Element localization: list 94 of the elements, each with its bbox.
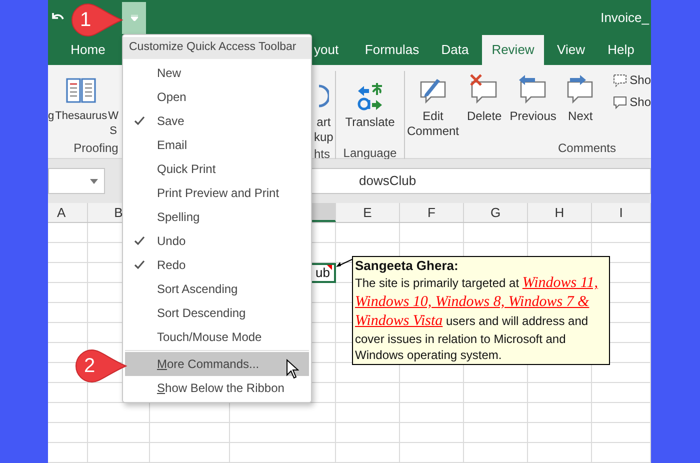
menu-title: Customize Quick Access Toolbar — [123, 37, 311, 59]
comment-icon — [612, 94, 628, 110]
grid-cell[interactable] — [400, 223, 464, 243]
grid-cell[interactable] — [464, 223, 528, 243]
ribbon-tab[interactable]: Home — [68, 35, 108, 65]
ribbon-button[interactable]: Next — [562, 71, 598, 124]
grid-cell[interactable] — [400, 383, 464, 403]
grid-cell[interactable] — [230, 423, 336, 443]
column-header[interactable]: H — [528, 203, 592, 222]
group-label: hts — [313, 146, 332, 163]
grid-cell[interactable] — [528, 423, 592, 443]
group-label: Comments — [557, 140, 618, 157]
grid-cell[interactable] — [48, 243, 88, 263]
column-header[interactable]: I — [592, 203, 651, 222]
ribbon-button[interactable]: Sho — [612, 71, 651, 89]
menu-item[interactable]: Sort Descending — [125, 301, 309, 325]
grid-cell[interactable] — [336, 443, 400, 463]
check-icon — [134, 236, 145, 246]
grid-cell[interactable] — [528, 403, 592, 423]
grid-cell[interactable] — [592, 403, 651, 423]
ribbon-tab[interactable]: Data — [432, 35, 478, 65]
grid-cell[interactable] — [48, 383, 88, 403]
ribbon-button[interactable]: Sho — [612, 93, 651, 111]
grid-cell[interactable] — [528, 223, 592, 243]
group-label: Proofing — [72, 140, 120, 157]
column-header[interactable]: F — [400, 203, 464, 222]
check-icon — [134, 116, 145, 126]
grid-cell[interactable] — [48, 443, 88, 463]
ribbon-button[interactable]: Thesaurus — [55, 71, 108, 124]
menu-item[interactable]: Save — [125, 109, 309, 133]
grid-cell[interactable] — [48, 403, 88, 423]
ribbon-tab[interactable]: Review — [482, 35, 544, 65]
ribbon-tab[interactable]: View — [548, 35, 594, 65]
grid-cell[interactable] — [336, 383, 400, 403]
grid-cell[interactable] — [464, 443, 528, 463]
column-header[interactable]: A — [48, 203, 88, 222]
caret-icon — [90, 178, 98, 184]
menu-item[interactable]: Show Below the Ribbon — [125, 376, 309, 400]
ribbon-button[interactable]: Delete — [465, 71, 504, 124]
grid-cell[interactable] — [48, 423, 88, 443]
grid-cell[interactable] — [150, 423, 230, 443]
menu-item[interactable]: Redo — [125, 253, 309, 277]
ribbon-tab[interactable]: Help — [598, 35, 644, 65]
column-header[interactable]: G — [464, 203, 528, 222]
grid-cell[interactable] — [400, 403, 464, 423]
ribbon-button[interactable]: Edit Comment — [405, 71, 462, 139]
menu-item[interactable]: More Commands... — [125, 352, 309, 376]
grid-cell[interactable] — [150, 443, 230, 463]
menu-item[interactable]: Undo — [125, 229, 309, 253]
menu-item[interactable]: New — [125, 61, 309, 85]
name-box[interactable] — [48, 168, 105, 194]
ribbon-button[interactable]: Previous — [508, 71, 558, 124]
ribbon-tab[interactable]: Formulas — [360, 35, 424, 65]
menu-item[interactable]: Touch/Mouse Mode — [125, 325, 309, 349]
comment-text: The site is primarily targeted at Windows 11, Windows 10, Windows 8, Windows 7 & Windows Vista users and will address and cover issues in relation to Microsoft and Windows operating system. — [355, 274, 599, 363]
menu-item[interactable]: Email — [125, 133, 309, 157]
grid-cell[interactable] — [48, 223, 88, 243]
column-header[interactable]: E — [336, 203, 400, 222]
grid-cell[interactable] — [528, 443, 592, 463]
grid-cell[interactable] — [48, 263, 88, 283]
grid-cell[interactable] — [464, 423, 528, 443]
ribbon-button[interactable]: W S — [108, 71, 118, 139]
grid-cell[interactable] — [48, 283, 88, 303]
dropdown-icon — [130, 15, 138, 21]
menu-item[interactable]: Sort Ascending — [125, 277, 309, 301]
grid-cell[interactable] — [592, 383, 651, 403]
grid-cell[interactable] — [336, 223, 400, 243]
ribbon-button[interactable]: g — [48, 71, 54, 124]
grid-cell[interactable] — [592, 223, 651, 243]
grid-cell[interactable] — [592, 423, 651, 443]
grid-cell[interactable] — [48, 303, 88, 323]
grid-cell[interactable] — [88, 443, 150, 463]
ribbon-tab[interactable]: yout — [314, 35, 344, 65]
customize-toolbar-button[interactable] — [122, 2, 146, 34]
grid-cell[interactable] — [230, 443, 336, 463]
grid-cell[interactable] — [400, 443, 464, 463]
grid-cell[interactable] — [592, 443, 651, 463]
ribbon-button[interactable]: Translate — [345, 77, 395, 130]
comment-author: Sangeeta Ghera: — [355, 258, 460, 274]
grid-cell[interactable] — [336, 423, 400, 443]
window-title: Invoice_ — [600, 8, 649, 27]
comment-icon — [612, 72, 628, 88]
grid-cell[interactable] — [400, 423, 464, 443]
check-icon — [134, 260, 145, 270]
group-label: Language — [342, 145, 398, 162]
grid-cell[interactable] — [48, 323, 88, 343]
ribbon-button[interactable]: art kup — [314, 77, 334, 145]
grid-cell[interactable] — [336, 403, 400, 423]
menu-item[interactable]: Open — [125, 85, 309, 109]
mouse-pointer-icon — [286, 359, 299, 379]
grid-cell[interactable] — [528, 383, 592, 403]
grid-cell[interactable] — [464, 403, 528, 423]
grid-cell[interactable] — [464, 383, 528, 403]
grid-cell[interactable] — [88, 423, 150, 443]
